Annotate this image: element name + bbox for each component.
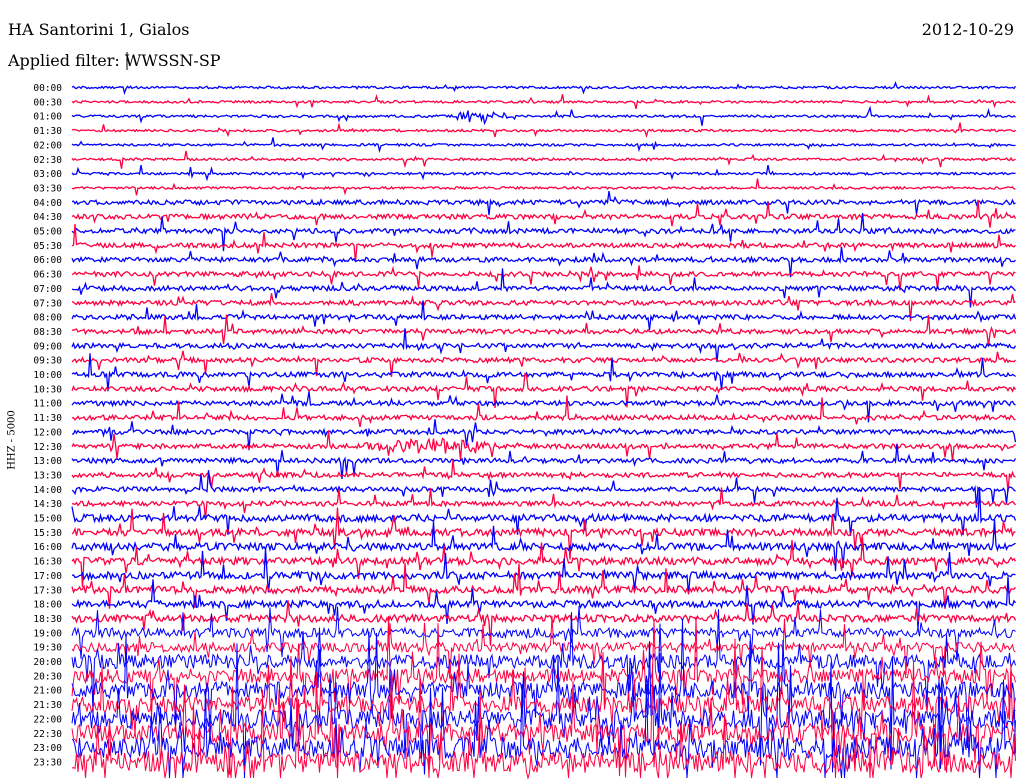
time-label: 04:00 [33, 198, 62, 209]
time-label: 05:30 [33, 241, 62, 252]
time-label: 08:00 [33, 313, 62, 324]
time-label: 15:00 [33, 514, 62, 525]
trace-row-0400 [71, 190, 1016, 216]
time-label: 23:00 [33, 743, 62, 754]
trace-row-0130 [71, 122, 1016, 138]
time-label: 13:30 [33, 470, 62, 481]
time-label: 05:00 [33, 227, 62, 238]
time-label: 14:30 [33, 499, 62, 510]
time-label: 20:30 [33, 671, 62, 682]
trace-row-0330 [71, 178, 1016, 196]
trace-row-1230 [71, 430, 1016, 462]
time-label: 19:00 [33, 628, 62, 639]
time-label: 12:00 [33, 427, 62, 438]
time-label: 21:30 [33, 700, 62, 711]
seismogram-plot: 00:00 00:30 01:00 01:30 02:00 02:30 03:00 03:30… [33, 52, 1017, 780]
trace-row-1930 [71, 616, 1016, 679]
trace-row-0430 [71, 199, 1017, 228]
time-label: 22:00 [33, 714, 62, 725]
trace-row-1900 [71, 605, 1016, 662]
time-label: 07:30 [33, 298, 62, 309]
time-label: 02:00 [33, 140, 62, 151]
time-label: 16:30 [33, 557, 62, 568]
trace-row-0030 [71, 94, 1016, 110]
trace-row-0230 [71, 150, 1016, 169]
time-label: 17:00 [33, 571, 62, 582]
time-label: 23:30 [33, 757, 62, 768]
time-label: 18:30 [33, 614, 62, 625]
time-label: 04:30 [33, 212, 62, 223]
time-label: 17:30 [33, 585, 62, 596]
trace-row-0200 [71, 137, 1016, 154]
time-label: 21:00 [33, 686, 62, 697]
time-label: 11:00 [33, 399, 62, 410]
trace-row-1600 [71, 519, 1016, 572]
time-label: 09:30 [33, 356, 62, 367]
time-label: 07:00 [33, 284, 62, 295]
time-label: 08:30 [33, 327, 62, 338]
trace-row-1430 [71, 487, 1017, 519]
trace-row-1000 [71, 353, 1016, 392]
trace-row-1530 [71, 507, 1016, 560]
trace-row-2130 [71, 638, 1016, 767]
time-label: 10:00 [33, 370, 62, 381]
trace-row-1130 [71, 395, 1016, 428]
time-label: 18:00 [33, 600, 62, 611]
time-label: 11:30 [33, 413, 62, 424]
trace-row-0300 [71, 164, 1016, 182]
trace-row-0900 [71, 328, 1017, 363]
time-label: 12:30 [33, 442, 62, 453]
trace-row-0830 [72, 314, 1017, 347]
time-label: 16:00 [33, 542, 62, 553]
time-label: 06:00 [33, 255, 62, 266]
trace-row-1500 [71, 486, 1017, 536]
time-label: 01:30 [33, 126, 62, 137]
trace-row-0100 [71, 105, 1016, 126]
time-label: 09:00 [33, 341, 62, 352]
time-label: 15:30 [33, 528, 62, 539]
trace-row-0800 [71, 300, 1017, 331]
time-label: 20:00 [33, 657, 62, 668]
time-label: 03:00 [33, 169, 62, 180]
trace-row-0000 [71, 80, 1017, 96]
time-label: 06:30 [33, 270, 62, 281]
time-label: 00:00 [33, 83, 62, 94]
time-label: 02:30 [33, 155, 62, 166]
trace-row-1730 [71, 562, 1016, 609]
time-label: 10:30 [33, 384, 62, 395]
time-label: 19:30 [33, 643, 62, 654]
time-label: 13:00 [33, 456, 62, 467]
time-label: 01:00 [33, 112, 62, 123]
time-label: 22:30 [33, 729, 62, 740]
trace-row-2000 [71, 609, 1016, 715]
time-label: 03:30 [33, 183, 62, 194]
time-label: 14:00 [33, 485, 62, 496]
time-label: 00:30 [33, 97, 62, 108]
